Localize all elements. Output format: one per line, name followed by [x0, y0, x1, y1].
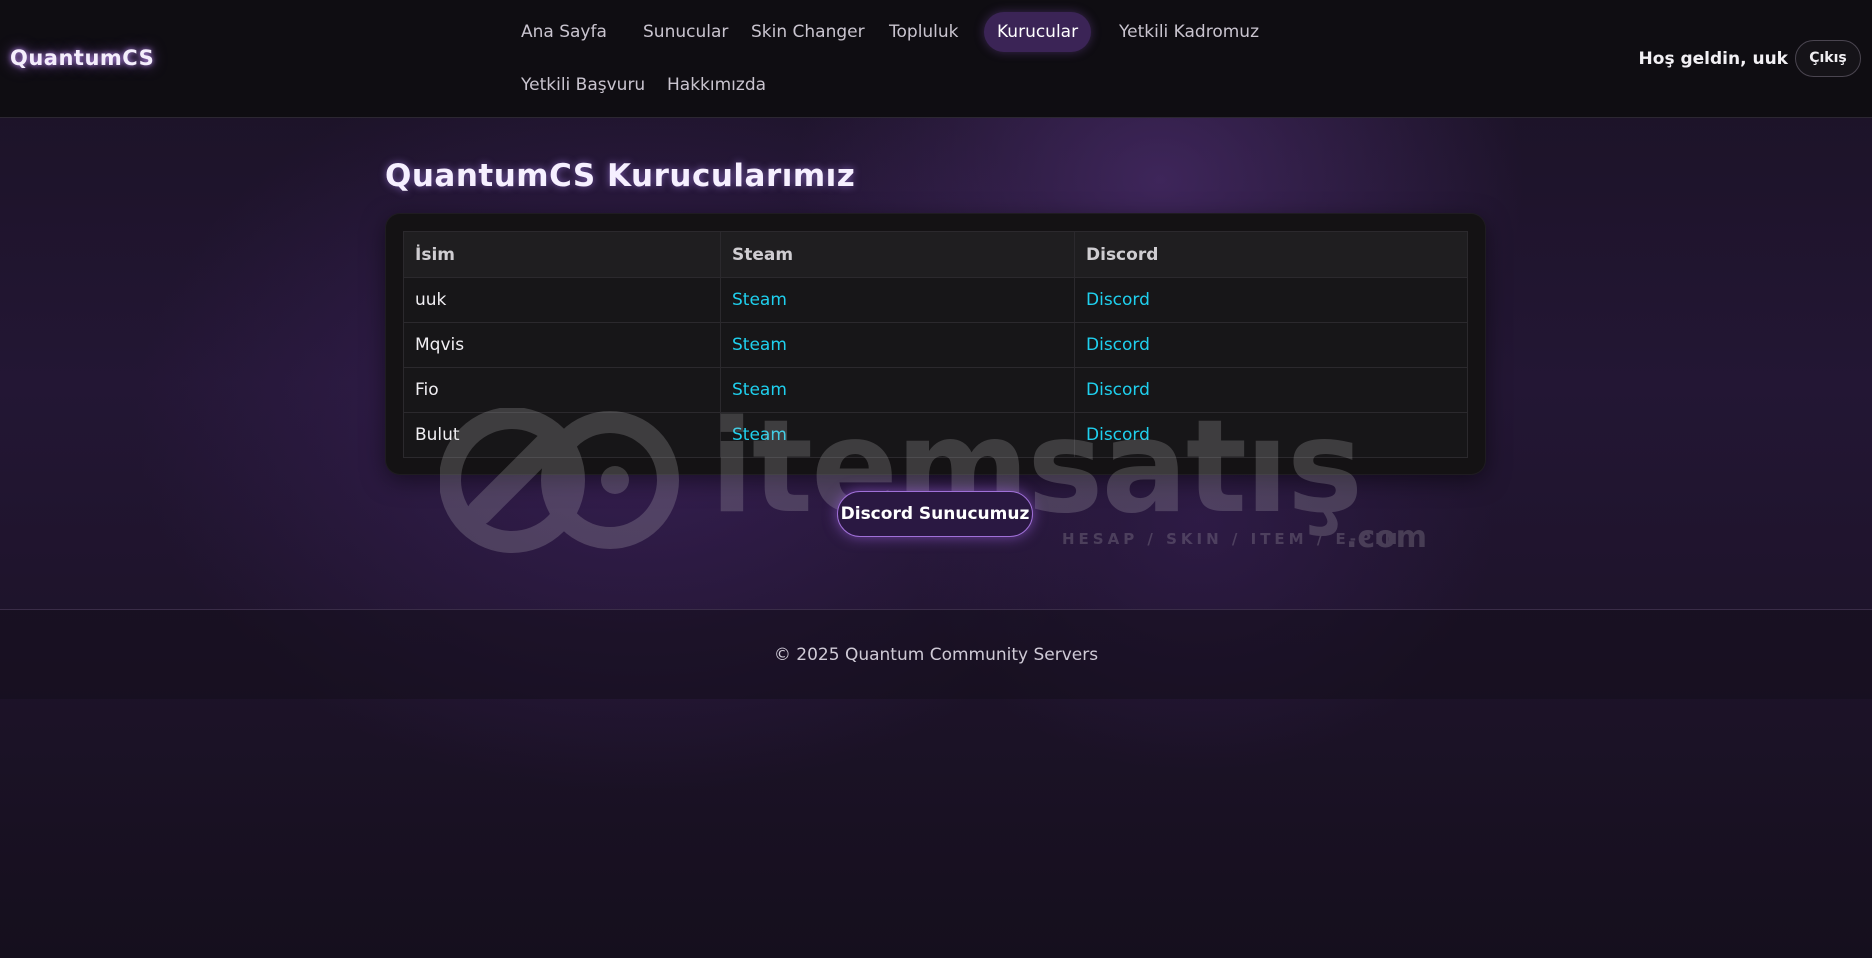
- steam-link[interactable]: Steam: [720, 322, 1075, 368]
- table-row: uuk Steam Discord: [403, 277, 1468, 323]
- nav-item-kurucular[interactable]: Kurucular: [984, 12, 1092, 52]
- founder-name: uuk: [403, 277, 721, 323]
- nav-item-hakkimizda[interactable]: Hakkımızda: [654, 65, 779, 105]
- page-title: QuantumCS Kurucularımız: [385, 158, 856, 194]
- discord-server-button[interactable]: Discord Sunucumuz: [837, 491, 1033, 537]
- steam-link[interactable]: Steam: [720, 277, 1075, 323]
- watermark-subtext: HESAP / SKIN / ITEM / E-PIN: [1062, 530, 1402, 548]
- column-header-discord: Discord: [1074, 231, 1468, 278]
- discord-link[interactable]: Discord: [1074, 412, 1468, 458]
- nav-item-topluluk[interactable]: Topluluk: [876, 12, 972, 52]
- nav-item-yetkili-basvuru[interactable]: Yetkili Başvuru: [508, 65, 658, 105]
- table-header-row: İsim Steam Discord: [403, 231, 1468, 278]
- site-logo[interactable]: QuantumCS: [10, 46, 154, 70]
- copyright-text: © 2025 Quantum Community Servers: [773, 645, 1099, 665]
- main-nav: Ana Sayfa Sunucular Skin Changer Toplulu…: [504, 0, 1264, 118]
- top-navbar: QuantumCS Ana Sayfa Sunucular Skin Chang…: [0, 0, 1872, 118]
- founder-name: Bulut: [403, 412, 721, 458]
- column-header-steam: Steam: [720, 231, 1075, 278]
- founder-name: Mqvis: [403, 322, 721, 368]
- table-row: Fio Steam Discord: [403, 367, 1468, 413]
- table-row: Bulut Steam Discord: [403, 412, 1468, 458]
- nav-item-yetkili-kadromuz[interactable]: Yetkili Kadromuz: [1106, 12, 1272, 52]
- nav-item-sunucular[interactable]: Sunucular: [630, 12, 741, 52]
- welcome-text: Hoş geldin, uuk: [1638, 49, 1788, 69]
- founder-name: Fio: [403, 367, 721, 413]
- founders-card: İsim Steam Discord uuk Steam Discord Mqv…: [386, 214, 1485, 474]
- steam-link[interactable]: Steam: [720, 367, 1075, 413]
- footer: © 2025 Quantum Community Servers: [0, 609, 1872, 699]
- watermark-suffix: .com: [1346, 520, 1428, 555]
- steam-link[interactable]: Steam: [720, 412, 1075, 458]
- discord-link[interactable]: Discord: [1074, 277, 1468, 323]
- nav-item-ana-sayfa[interactable]: Ana Sayfa: [508, 12, 620, 52]
- logout-button[interactable]: Çıkış: [1795, 40, 1861, 77]
- discord-link[interactable]: Discord: [1074, 322, 1468, 368]
- column-header-name: İsim: [403, 231, 721, 278]
- table-row: Mqvis Steam Discord: [403, 322, 1468, 368]
- nav-item-skin-changer[interactable]: Skin Changer: [738, 12, 878, 52]
- founders-table: İsim Steam Discord uuk Steam Discord Mqv…: [403, 231, 1468, 458]
- discord-link[interactable]: Discord: [1074, 367, 1468, 413]
